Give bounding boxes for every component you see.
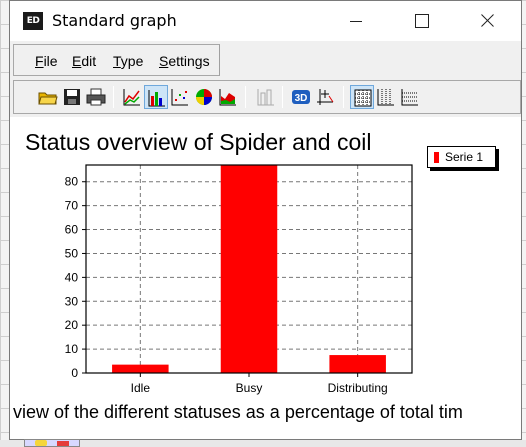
maximize-button[interactable] xyxy=(399,1,445,41)
minimize-button[interactable] xyxy=(333,1,379,41)
chart-subtitle: view of the different statuses as a perc… xyxy=(13,402,463,422)
title-bar[interactable]: ED Standard graph xyxy=(10,1,521,41)
pie-chart-icon[interactable] xyxy=(192,85,216,109)
open-folder-icon[interactable] xyxy=(36,85,60,109)
grid-vertical-icon[interactable] xyxy=(374,85,398,109)
3d-icon[interactable]: 3D xyxy=(289,85,313,109)
menu-settings[interactable]: Settings xyxy=(159,53,210,69)
y-tick-label: 30 xyxy=(65,294,79,308)
scatter-chart-icon[interactable] xyxy=(168,85,192,109)
taskbar-app-icon[interactable] xyxy=(24,439,80,447)
bar xyxy=(329,355,386,373)
toolbar-separator xyxy=(113,86,114,108)
y-tick-label: 10 xyxy=(65,342,79,356)
mountain-chart-icon[interactable] xyxy=(216,85,240,109)
3d-label: 3D xyxy=(295,93,308,104)
menu-bar: File Edit Type Settings xyxy=(13,44,220,76)
y-tick-label: 0 xyxy=(71,366,78,380)
axis-icon[interactable] xyxy=(313,85,337,109)
window-title: Standard graph xyxy=(52,11,177,30)
grid-box-icon[interactable] xyxy=(350,85,374,109)
toolbar-separator xyxy=(343,86,344,108)
close-button[interactable] xyxy=(465,1,511,41)
toolbar-separator xyxy=(245,86,246,108)
save-icon[interactable] xyxy=(60,85,84,109)
x-tick-label: Distributing xyxy=(328,381,388,395)
menu-type[interactable]: Type xyxy=(113,53,143,69)
legend: Serie 1 xyxy=(427,146,496,168)
toolbar: 3D xyxy=(13,80,521,114)
y-tick-label: 60 xyxy=(65,223,79,237)
y-tick-label: 40 xyxy=(65,270,79,284)
bar-chart-icon[interactable] xyxy=(144,85,168,109)
area-chart-icon[interactable] xyxy=(120,85,144,109)
menu-edit[interactable]: Edit xyxy=(72,53,96,69)
chart-area: Status overview of Spider and coil 0 10 20… xyxy=(10,117,521,439)
y-tick-label: 20 xyxy=(65,318,79,332)
x-tick-label: Idle xyxy=(131,381,151,395)
y-tick-label: 80 xyxy=(65,175,79,189)
toolbar-separator xyxy=(282,86,283,108)
grid-horizontal-icon[interactable] xyxy=(398,85,422,109)
legend-swatch xyxy=(434,152,439,163)
legend-label: Serie 1 xyxy=(445,150,484,164)
stacked-chart-icon[interactable] xyxy=(254,85,278,109)
app-icon: ED xyxy=(23,12,43,30)
menu-file[interactable]: File xyxy=(35,53,58,69)
bar xyxy=(112,364,169,373)
y-tick-label: 50 xyxy=(65,246,79,260)
x-tick-label: Busy xyxy=(236,381,263,395)
print-icon[interactable] xyxy=(84,85,108,109)
bar xyxy=(220,165,278,373)
graph-window: ED Standard graph File Edit Type Setting… xyxy=(9,0,522,440)
y-tick-label: 70 xyxy=(65,199,79,213)
